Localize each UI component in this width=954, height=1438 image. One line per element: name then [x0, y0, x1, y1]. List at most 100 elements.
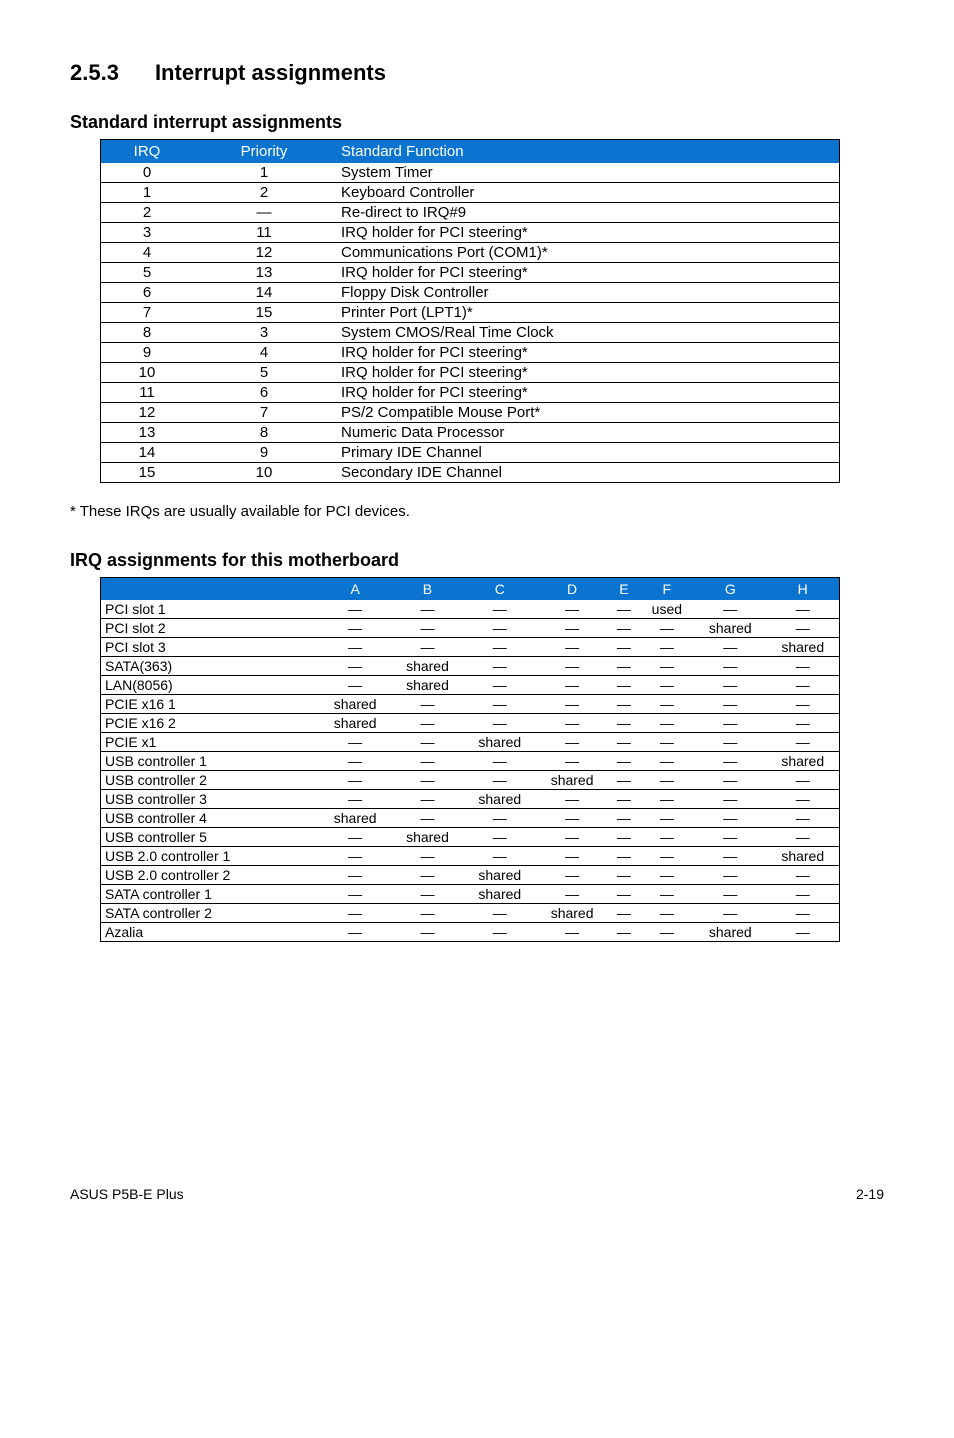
- cell: —: [319, 752, 391, 771]
- cell-priority: 13: [193, 263, 335, 283]
- table-row: USB controller 1———————shared: [101, 752, 840, 771]
- cell: shared: [766, 638, 839, 657]
- table-row: SATA controller 2———shared————: [101, 904, 840, 923]
- cell: —: [608, 828, 639, 847]
- cell: —: [536, 828, 608, 847]
- cell: —: [319, 885, 391, 904]
- cell-irq: 15: [101, 463, 194, 483]
- cell: —: [464, 809, 536, 828]
- cell: —: [694, 790, 766, 809]
- table-row: PCI slot 2——————shared—: [101, 619, 840, 638]
- cell: —: [608, 809, 639, 828]
- cell: used: [640, 600, 695, 619]
- cell: —: [464, 657, 536, 676]
- cell: —: [536, 600, 608, 619]
- cell: —: [391, 866, 463, 885]
- cell: —: [319, 771, 391, 790]
- cell: —: [464, 676, 536, 695]
- cell-function: Floppy Disk Controller: [335, 283, 840, 303]
- cell-priority: 15: [193, 303, 335, 323]
- cell: —: [464, 847, 536, 866]
- cell: —: [694, 733, 766, 752]
- cell-function: Printer Port (LPT1)*: [335, 303, 840, 323]
- cell-function: Secondary IDE Channel: [335, 463, 840, 483]
- cell: —: [464, 638, 536, 657]
- cell-name: PCIE x1: [101, 733, 320, 752]
- cell-priority: 10: [193, 463, 335, 483]
- col-header: G: [694, 578, 766, 601]
- col-header: A: [319, 578, 391, 601]
- cell: —: [640, 904, 695, 923]
- table-row: SATA controller 1——shared—————: [101, 885, 840, 904]
- cell-irq: 14: [101, 443, 194, 463]
- cell: —: [536, 885, 608, 904]
- cell-name: USB controller 1: [101, 752, 320, 771]
- cell-priority: 9: [193, 443, 335, 463]
- table-row: 105IRQ holder for PCI steering*: [101, 363, 840, 383]
- cell: shared: [766, 847, 839, 866]
- cell: —: [694, 847, 766, 866]
- cell: —: [464, 771, 536, 790]
- cell-irq: 2: [101, 203, 194, 223]
- cell: —: [640, 676, 695, 695]
- cell: —: [608, 600, 639, 619]
- cell-irq: 11: [101, 383, 194, 403]
- cell: —: [640, 809, 695, 828]
- cell-name: SATA controller 2: [101, 904, 320, 923]
- cell-function: IRQ holder for PCI steering*: [335, 223, 840, 243]
- cell: shared: [464, 885, 536, 904]
- cell: —: [640, 828, 695, 847]
- cell: —: [608, 790, 639, 809]
- table-row: USB 2.0 controller 1———————shared: [101, 847, 840, 866]
- cell: —: [640, 847, 695, 866]
- cell: —: [766, 885, 839, 904]
- cell-function: IRQ holder for PCI steering*: [335, 343, 840, 363]
- cell-irq: 12: [101, 403, 194, 423]
- cell: shared: [464, 866, 536, 885]
- table-row: 01System Timer: [101, 163, 840, 183]
- cell: —: [319, 657, 391, 676]
- cell: —: [391, 771, 463, 790]
- cell-function: IRQ holder for PCI steering*: [335, 263, 840, 283]
- cell: —: [391, 809, 463, 828]
- cell: —: [608, 714, 639, 733]
- col-function: Standard Function: [335, 140, 840, 164]
- cell: shared: [464, 733, 536, 752]
- cell: —: [319, 790, 391, 809]
- cell: —: [391, 619, 463, 638]
- table-row: 614Floppy Disk Controller: [101, 283, 840, 303]
- cell-function: IRQ holder for PCI steering*: [335, 363, 840, 383]
- cell: —: [766, 600, 839, 619]
- cell: —: [391, 885, 463, 904]
- table-row: LAN(8056)—shared——————: [101, 676, 840, 695]
- table-row: 138Numeric Data Processor: [101, 423, 840, 443]
- cell-irq: 1: [101, 183, 194, 203]
- cell: —: [536, 923, 608, 942]
- table-row: 116IRQ holder for PCI steering*: [101, 383, 840, 403]
- table-row: Azalia——————shared—: [101, 923, 840, 942]
- irq-motherboard-table: ABCDEFGH PCI slot 1—————used——PCI slot 2…: [100, 577, 840, 942]
- cell: —: [608, 695, 639, 714]
- cell: —: [766, 923, 839, 942]
- cell-irq: 8: [101, 323, 194, 343]
- cell: —: [766, 619, 839, 638]
- cell: —: [464, 904, 536, 923]
- cell-function: System CMOS/Real Time Clock: [335, 323, 840, 343]
- cell: —: [464, 923, 536, 942]
- cell: —: [608, 638, 639, 657]
- cell: shared: [319, 714, 391, 733]
- cell: —: [391, 600, 463, 619]
- cell: shared: [464, 790, 536, 809]
- cell: —: [694, 828, 766, 847]
- cell-function: Communications Port (COM1)*: [335, 243, 840, 263]
- cell-irq: 3: [101, 223, 194, 243]
- cell: —: [464, 752, 536, 771]
- cell-name: USB 2.0 controller 1: [101, 847, 320, 866]
- cell: —: [319, 847, 391, 866]
- cell: —: [640, 657, 695, 676]
- cell-name: SATA(363): [101, 657, 320, 676]
- cell-irq: 10: [101, 363, 194, 383]
- col-header: D: [536, 578, 608, 601]
- table1-title: Standard interrupt assignments: [70, 112, 884, 133]
- cell: —: [319, 619, 391, 638]
